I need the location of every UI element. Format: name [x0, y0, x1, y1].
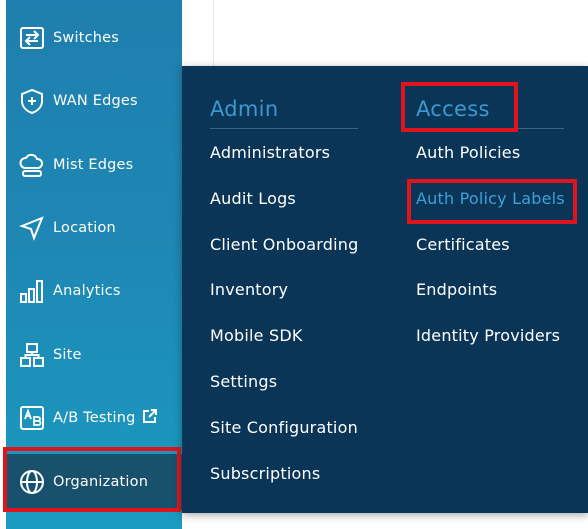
sidebar-item-analytics[interactable]: Analytics [6, 263, 182, 319]
sidebar-item-mist-edges[interactable]: Mist Edges [6, 137, 182, 193]
menu-item-mobile-sdk[interactable]: Mobile SDK [210, 326, 303, 345]
menu-item-inventory[interactable]: Inventory [210, 280, 288, 299]
menu-item-endpoints[interactable]: Endpoints [416, 280, 497, 299]
menu-item-identity-providers[interactable]: Identity Providers [416, 326, 560, 345]
sidebar-item-label: Switches [53, 30, 120, 46]
sidebar-item-label: Organization [53, 474, 149, 490]
sidebar-item-label: Location [53, 220, 116, 236]
menu-item-audit-logs[interactable]: Audit Logs [210, 189, 296, 208]
admin-section-title: Admin [210, 97, 279, 121]
access-section-title: Access [416, 97, 490, 121]
menu-item-auth-policies[interactable]: Auth Policies [416, 143, 520, 162]
sidebar-item-label: Analytics [53, 283, 121, 299]
wan-edges-shield-icon [18, 87, 46, 115]
globe-icon [18, 468, 46, 496]
sidebar-item-wan-edges[interactable]: WAN Edges [6, 73, 182, 129]
sidebar: Switches WAN Edges Mist Edges Location A… [6, 0, 182, 529]
switches-icon [18, 24, 46, 52]
mist-edges-cloud-icon [18, 151, 46, 179]
sidebar-item-label: WAN Edges [53, 93, 138, 109]
sidebar-item-label: Mist Edges [53, 157, 134, 173]
menu-item-administrators[interactable]: Administrators [210, 143, 330, 162]
sidebar-item-site[interactable]: Site [6, 327, 182, 383]
organization-flyout-menu: Admin Administrators Audit Logs Client O… [182, 66, 588, 513]
admin-divider [210, 128, 358, 129]
sidebar-item-location[interactable]: Location [6, 200, 182, 256]
access-divider [416, 128, 564, 129]
menu-item-settings[interactable]: Settings [210, 372, 277, 391]
analytics-bars-icon [18, 277, 46, 305]
menu-item-subscriptions[interactable]: Subscriptions [210, 464, 320, 483]
menu-item-certificates[interactable]: Certificates [416, 235, 510, 254]
content-area-border [213, 0, 214, 66]
sidebar-item-label: Site [53, 347, 82, 363]
sidebar-item-switches[interactable]: Switches [6, 10, 182, 66]
ab-testing-icon [18, 404, 46, 432]
menu-item-auth-policy-labels[interactable]: Auth Policy Labels [416, 189, 565, 208]
menu-item-client-onboarding[interactable]: Client Onboarding [210, 235, 359, 254]
sidebar-item-ab-testing[interactable]: A/B Testing [6, 390, 182, 446]
menu-item-site-configuration[interactable]: Site Configuration [210, 418, 358, 437]
sidebar-item-label: A/B Testing [53, 408, 158, 428]
location-arrow-icon [18, 214, 46, 242]
external-link-icon [142, 408, 158, 428]
site-hierarchy-icon [18, 341, 46, 369]
sidebar-item-organization[interactable]: Organization [6, 454, 182, 510]
